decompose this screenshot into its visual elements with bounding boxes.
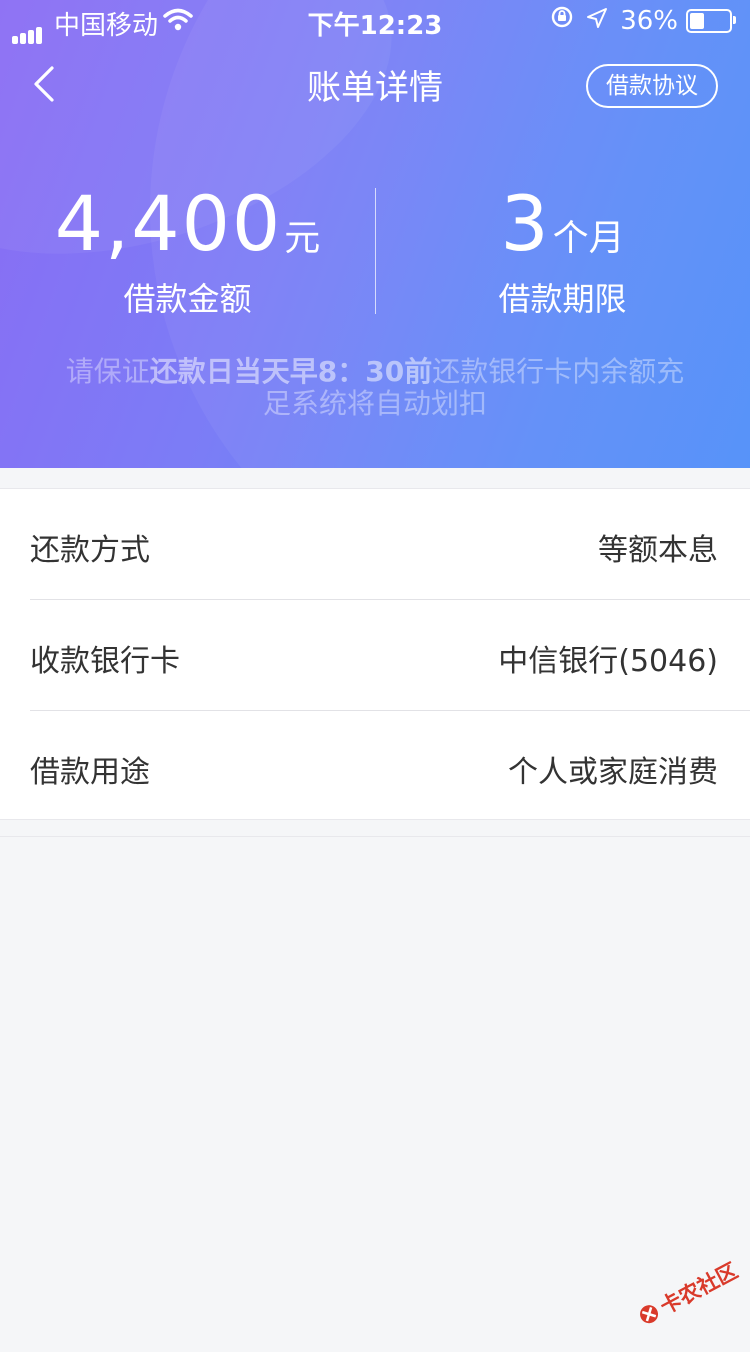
- detail-value: 中信银行(5046): [498, 644, 718, 679]
- loan-details-list: 还款方式 等额本息 收款银行卡 中信银行(5046) 借款用途 个人或家庭消费: [0, 488, 750, 820]
- repayment-notice: 请保证还款日当天早8：30前还款银行卡内余额充足系统将自动划扣: [60, 356, 690, 420]
- detail-row-loan-purpose: 借款用途 个人或家庭消费: [30, 711, 750, 819]
- watermark-text: 卡农社区: [656, 1258, 741, 1319]
- battery-fill: [690, 12, 704, 29]
- loan-term-label: 借款期限: [498, 280, 627, 318]
- location-icon: [586, 6, 608, 36]
- detail-key: 收款银行卡: [30, 644, 180, 679]
- status-right-group: 36%: [550, 5, 736, 36]
- detail-row-bank-card: 收款银行卡 中信银行(5046): [30, 600, 750, 711]
- loan-summary-header: 中国移动 下午12:23 36% 账单详情 借款协议 4,400元 借款金额 3…: [0, 0, 750, 468]
- detail-row-repayment-method: 还款方式 等额本息: [30, 489, 750, 600]
- battery-icon: [686, 8, 736, 33]
- loan-amount-unit: 元: [284, 218, 321, 259]
- loan-amount-value: 4,400: [54, 179, 283, 268]
- loan-term-unit: 个月: [552, 218, 625, 259]
- detail-value: 个人或家庭消费: [508, 755, 718, 790]
- section-divider: [0, 836, 750, 837]
- watermark-logo: 卡农社区: [624, 1242, 749, 1347]
- loan-term-value: 3: [500, 179, 551, 268]
- detail-key: 还款方式: [30, 533, 150, 568]
- loan-amount-label: 借款金额: [123, 280, 252, 318]
- battery-percent: 36%: [620, 5, 678, 36]
- detail-value: 等额本息: [598, 533, 718, 568]
- loan-amount-block: 4,400元 借款金额: [0, 180, 375, 320]
- status-bar: 中国移动 下午12:23 36%: [0, 0, 750, 44]
- rotation-lock-icon: [550, 5, 574, 36]
- notice-prefix: 请保证: [65, 355, 150, 388]
- notice-highlight: 还款日当天早8：30前: [149, 355, 433, 388]
- loan-term-block: 3个月 借款期限: [375, 180, 750, 320]
- loan-agreement-button[interactable]: 借款协议: [586, 64, 718, 108]
- detail-key: 借款用途: [30, 755, 150, 790]
